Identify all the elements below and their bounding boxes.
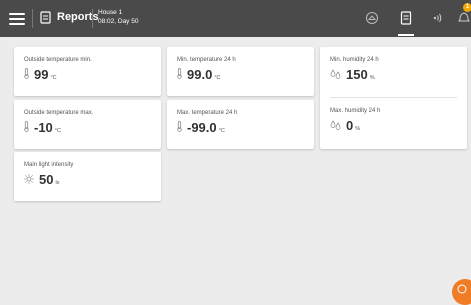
card-unit: lx [55, 180, 60, 186]
card-value: 0 [346, 118, 354, 133]
humidity-icon [330, 69, 341, 79]
divider [32, 9, 33, 28]
card-value-row: 150 % [330, 67, 375, 82]
card-value: 150 [346, 67, 368, 82]
card-value: 99.0 [187, 67, 213, 82]
card-value-row: -10 °C [24, 120, 61, 135]
divider [92, 9, 93, 28]
active-tab-indicator [398, 34, 414, 36]
card-unit: °C [218, 128, 225, 134]
card-max-temperature-24h[interactable]: Max. temperature 24 h -99.0 °C [167, 100, 314, 149]
card-label: Max. temperature 24 h [177, 110, 238, 116]
house-info[interactable]: House 1 08:02, Day 50 [98, 8, 138, 26]
house-settings-icon[interactable] [365, 11, 379, 25]
card-main-light-intensity[interactable]: Main light intensity 50 lx [14, 152, 161, 201]
thermometer-icon [177, 68, 182, 79]
thermometer-icon [24, 121, 29, 132]
card-label: Main light intensity [24, 162, 74, 168]
card-label: Min. humidity 24 h [330, 57, 379, 63]
house-name: House 1 [98, 9, 123, 16]
card-value: -10 [34, 120, 53, 135]
menu-icon[interactable] [9, 10, 25, 26]
card-unit: % [355, 126, 361, 132]
thermometer-icon [177, 121, 182, 132]
card-value-row: 99 °C [24, 67, 57, 82]
alarm-badge: 1 [463, 3, 471, 12]
floating-action-button[interactable] [452, 279, 471, 305]
card-value: -99.0 [187, 120, 217, 135]
card-value-row: -99.0 °C [177, 120, 225, 135]
card-unit: °C [50, 75, 57, 81]
add-icon [457, 284, 467, 294]
card-unit: °C [54, 128, 61, 134]
card-min-temperature-24h[interactable]: Min. temperature 24 h 99.0 °C [167, 47, 314, 96]
card-value: 50 [39, 172, 54, 187]
house-time-day: 08:02, Day 50 [98, 18, 139, 25]
divider [330, 97, 457, 98]
reports-nav-icon[interactable] [400, 11, 412, 25]
light-icon [24, 174, 34, 184]
top-bar: Reports House 1 08:02, Day 50 1 [0, 0, 471, 37]
broadcast-icon[interactable] [430, 11, 444, 25]
card-value: 99 [34, 67, 49, 82]
card-value-row: 99.0 °C [177, 67, 220, 82]
card-value-row: 50 lx [24, 172, 59, 187]
thermometer-icon [24, 68, 29, 79]
card-humidity-24h[interactable]: Min. humidity 24 h 150 % Max. humidity 2… [320, 47, 467, 149]
humidity-icon [330, 120, 341, 130]
card-label: Outside temperature max. [24, 110, 94, 116]
card-unit: % [369, 75, 375, 81]
card-outside-temp-min[interactable]: Outside temperature min. 99 °C [14, 47, 161, 96]
card-label: Outside temperature min. [24, 57, 92, 63]
card-label: Min. temperature 24 h [177, 57, 236, 63]
card-value-row: 0 % [330, 118, 360, 133]
card-unit: °C [214, 75, 221, 81]
card-label: Max. humidity 24 h [330, 108, 381, 114]
card-outside-temp-max[interactable]: Outside temperature max. -10 °C [14, 100, 161, 149]
alarm-icon[interactable] [458, 11, 470, 25]
report-icon [40, 11, 51, 24]
